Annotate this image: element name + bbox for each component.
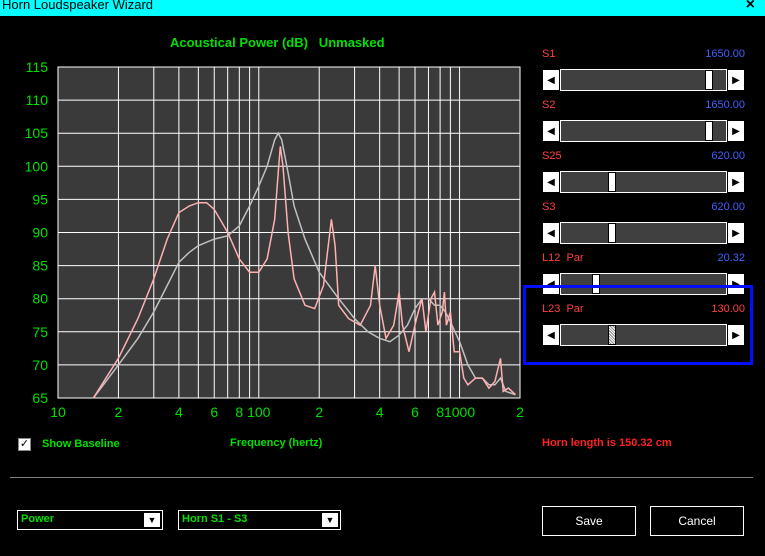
x-tick-label: 2 [516, 404, 524, 420]
slider-label: S3 [542, 201, 556, 213]
y-tick-label: 85 [32, 258, 48, 274]
y-tick-label: 65 [32, 390, 48, 406]
x-tick-label: 6 [411, 404, 419, 420]
slider-value: 620.00 [711, 150, 745, 162]
x-tick-label: 1000 [444, 404, 475, 420]
scroll-right-icon[interactable]: ▶ [727, 69, 745, 91]
slider-scrollbar[interactable]: ◀ ▶ [542, 222, 745, 244]
x-tick-label: 10 [50, 404, 66, 420]
y-tick-label: 105 [25, 125, 49, 141]
slider-track[interactable] [561, 121, 726, 141]
slider-label: S25 [542, 150, 562, 162]
x-tick-label: 100 [247, 404, 271, 420]
slider-track[interactable] [561, 223, 726, 243]
plot-type-select[interactable]: Power ▼ [17, 510, 163, 530]
power-chart: 1151101051009590858075706510 2 4 6 8 100 2 4 6 8 1… [25, 59, 524, 420]
slider-label: S2 [542, 99, 556, 111]
slider-thumb[interactable] [705, 70, 714, 90]
slider-scrollbar[interactable]: ◀ ▶ [542, 120, 745, 142]
slider-label: L12 Par [542, 252, 584, 264]
x-tick-label: 8 [235, 404, 243, 420]
y-tick-label: 100 [25, 158, 49, 174]
plot-type-value: Power [21, 513, 55, 525]
x-tick-label: 6 [210, 404, 218, 420]
y-tick-label: 75 [32, 324, 48, 340]
save-button[interactable]: Save [542, 506, 636, 536]
horn-length-text: Horn length is 150.32 cm [542, 437, 672, 449]
slider-thumb[interactable] [608, 172, 617, 192]
close-icon[interactable]: × [746, 0, 755, 14]
y-tick-label: 90 [32, 225, 48, 241]
y-tick-label: 110 [26, 92, 49, 108]
scroll-left-icon[interactable]: ◀ [542, 69, 560, 91]
chevron-down-icon[interactable]: ▼ [321, 512, 339, 528]
slider-value: 1650.00 [705, 99, 745, 111]
slider-track[interactable] [561, 172, 726, 192]
scroll-left-icon[interactable]: ◀ [542, 171, 560, 193]
x-tick-label: 2 [115, 404, 123, 420]
x-tick-label: 2 [315, 404, 323, 420]
y-tick-label: 95 [32, 191, 48, 207]
slider-label: S1 [542, 48, 556, 60]
y-tick-label: 115 [26, 59, 49, 75]
x-tick-label: 4 [376, 404, 384, 420]
x-axis-title: Frequency (hertz) [230, 437, 323, 449]
slider-value: 20.32 [717, 252, 745, 264]
horn-section-value: Horn S1 - S3 [182, 513, 248, 525]
scroll-right-icon[interactable]: ▶ [727, 171, 745, 193]
show-baseline-label[interactable]: Show Baseline [42, 438, 120, 450]
scroll-right-icon[interactable]: ▶ [727, 120, 745, 142]
highlight-box [523, 285, 753, 365]
chevron-down-icon[interactable]: ▼ [143, 512, 161, 528]
scroll-left-icon[interactable]: ◀ [542, 222, 560, 244]
slider-thumb[interactable] [608, 223, 617, 243]
y-tick-label: 70 [32, 357, 48, 373]
slider-scrollbar[interactable]: ◀ ▶ [542, 171, 745, 193]
slider-track[interactable] [561, 70, 726, 90]
show-baseline-checkbox[interactable]: ✓ [18, 438, 31, 451]
slider-value: 1650.00 [705, 48, 745, 60]
slider-value: 620.00 [711, 201, 745, 213]
scroll-left-icon[interactable]: ◀ [542, 120, 560, 142]
slider-scrollbar[interactable]: ◀ ▶ [542, 69, 745, 91]
horn-section-select[interactable]: Horn S1 - S3 ▼ [178, 510, 341, 530]
slider-thumb[interactable] [705, 121, 714, 141]
y-tick-label: 80 [32, 291, 48, 307]
cancel-button[interactable]: Cancel [650, 506, 744, 536]
x-tick-label: 4 [175, 404, 183, 420]
scroll-right-icon[interactable]: ▶ [727, 222, 745, 244]
divider [10, 477, 753, 478]
